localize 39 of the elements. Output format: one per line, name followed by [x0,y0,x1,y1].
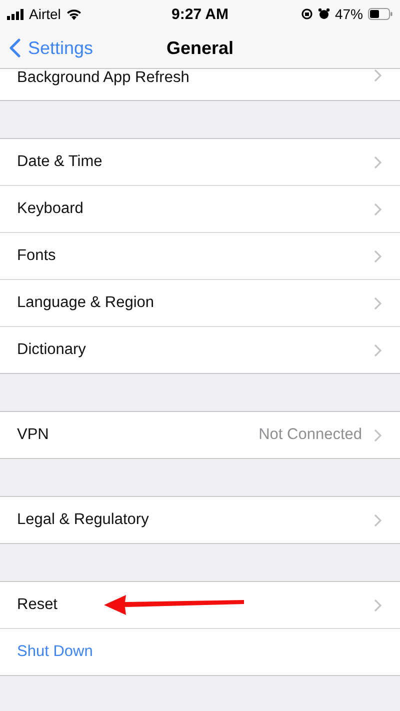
chevron-icon [374,428,382,442]
row-label: Language & Region [17,294,154,312]
chevron-icon [374,202,382,216]
row-label: VPN [17,426,49,444]
row-label: Background App Refresh [17,69,190,87]
chevron-icon [374,514,382,526]
orientation-lock-icon [300,8,313,20]
row-label: Legal & Regulatory [17,511,149,529]
battery-percent: 47% [334,6,363,22]
settings-row[interactable]: Background App Refresh [0,69,400,100]
settings-row[interactable]: Reset [0,582,400,629]
settings-row[interactable]: Dictionary [0,327,400,373]
chevron-icon [374,250,382,262]
settings-row[interactable]: Language & Region [0,280,400,327]
carrier-name: Airtel [29,6,61,22]
wifi-icon [66,8,82,20]
row-label: Dictionary [17,341,86,359]
row-value: Not Connected [258,426,362,444]
settings-row[interactable]: Shut Down [0,629,400,675]
settings-row[interactable]: Legal & Regulatory [0,497,400,543]
row-label: Reset [17,596,58,614]
chevron-icon [374,296,382,310]
signal-icon [7,8,24,20]
row-label: Fonts [17,247,56,265]
settings-row[interactable]: VPN Not Connected [0,412,400,458]
page-title: General [166,38,234,58]
row-label: Keyboard [17,200,84,218]
chevron-icon [374,156,382,168]
alarm-icon [318,8,330,20]
back-chevron-icon [9,38,21,58]
settings-row[interactable]: Date & Time [0,139,400,186]
row-label: Shut Down [17,643,93,661]
chevron-icon [374,598,382,612]
row-label: Date & Time [17,153,102,171]
chevron-icon [374,344,382,356]
battery-icon [368,8,393,20]
settings-row[interactable]: Keyboard [0,186,400,233]
settings-row[interactable]: Fonts [0,233,400,280]
status-time: 9:27 AM [172,6,228,22]
